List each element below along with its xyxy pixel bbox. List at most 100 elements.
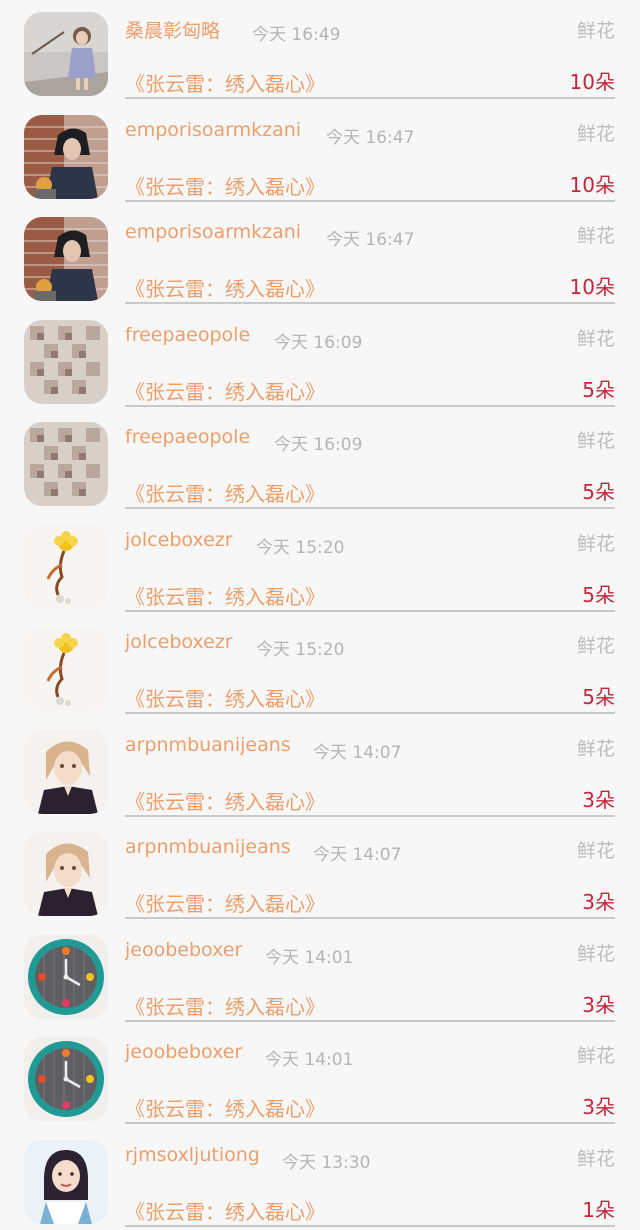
avatar-flower-drawing-icon (24, 627, 108, 711)
row-divider (125, 1020, 615, 1022)
row-divider (125, 712, 615, 714)
gift-amount: 5朵 (582, 374, 615, 403)
avatar-brick-portrait-icon (24, 217, 108, 301)
avatar[interactable] (24, 217, 108, 301)
work-title[interactable]: 《张云雷：绣入磊心》 (125, 273, 325, 302)
avatar[interactable] (24, 525, 108, 609)
work-title[interactable]: 《张云雷：绣入磊心》 (125, 171, 325, 200)
avatar-flower-drawing-icon (24, 525, 108, 609)
gift-type: 鲜花 (577, 324, 615, 351)
work-title[interactable]: 《张云雷：绣入磊心》 (125, 786, 325, 815)
gift-type: 鲜花 (577, 734, 615, 761)
avatar[interactable] (24, 1037, 108, 1121)
row-divider (125, 405, 615, 407)
sender-name[interactable]: freepaeopole (125, 426, 250, 448)
avatar-woman-portrait-icon (24, 1140, 108, 1224)
row-divider (125, 815, 615, 817)
avatar[interactable] (24, 320, 108, 404)
gift-amount: 10朵 (570, 271, 615, 300)
gift-type: 鲜花 (577, 426, 615, 453)
gift-amount: 3朵 (582, 1091, 615, 1120)
gift-time: 今天 16:09 (274, 328, 362, 353)
work-title[interactable]: 《张云雷：绣入磊心》 (125, 478, 325, 507)
gift-row[interactable]: emporisoarmkzani今天 16:47鲜花《张云雷：绣入磊心》10朵 (0, 103, 640, 206)
work-title[interactable]: 《张云雷：绣入磊心》 (125, 888, 325, 917)
sender-name[interactable]: jeoobeboxer (125, 1041, 242, 1063)
sender-name[interactable]: freepaeopole (125, 324, 250, 346)
sender-name[interactable]: arpnmbuanijeans (125, 836, 291, 858)
gift-time: 今天 16:09 (274, 430, 362, 455)
avatar[interactable] (24, 730, 108, 814)
gift-amount: 3朵 (582, 989, 615, 1018)
gift-row[interactable]: freepaeopole 今天 16:09 鲜花《张云雷：绣入磊心》 5朵 (0, 308, 640, 411)
avatar-girl-photo-icon (24, 12, 108, 96)
gift-amount: 3朵 (582, 784, 615, 813)
gift-type: 鲜花 (577, 631, 615, 658)
sender-name[interactable]: jolceboxezr (125, 529, 233, 551)
gift-type: 鲜花 (577, 529, 615, 556)
row-divider (125, 917, 615, 919)
avatar[interactable] (24, 115, 108, 199)
avatar[interactable] (24, 832, 108, 916)
gift-time: 今天 14:01 (265, 1045, 353, 1070)
row-divider (125, 302, 615, 304)
work-title[interactable]: 《张云雷：绣入磊心》 (125, 1093, 325, 1122)
gift-type: 鲜花 (577, 836, 615, 863)
row-divider (125, 200, 615, 202)
gift-row[interactable]: freepaeopole 今天 16:09 鲜花《张云雷：绣入磊心》 5朵 (0, 410, 640, 513)
avatar[interactable] (24, 12, 108, 96)
avatar-wall-clock-icon (24, 935, 108, 1019)
gift-row[interactable]: jeoobeboxer今天 14:01鲜花《张云雷：绣入磊心》3朵 (0, 1025, 640, 1128)
work-title[interactable]: 《张云雷：绣入磊心》 (125, 683, 325, 712)
gift-row[interactable]: jeoobeboxer今天 14:01鲜花《张云雷：绣入磊心》3朵 (0, 923, 640, 1026)
gift-amount: 5朵 (582, 579, 615, 608)
gift-type: 鲜花 (577, 1144, 615, 1171)
avatar[interactable] (24, 935, 108, 1019)
avatar-wall-clock-icon (24, 1037, 108, 1121)
work-title[interactable]: 《张云雷：绣入磊心》 (125, 376, 325, 405)
gift-type: 鲜花 (577, 119, 615, 146)
avatar[interactable] (24, 627, 108, 711)
gift-row[interactable]: emporisoarmkzani今天 16:47鲜花《张云雷：绣入磊心》10朵 (0, 205, 640, 308)
gift-time: 今天 14:07 (313, 738, 401, 763)
avatar-anime-portrait-icon (24, 832, 108, 916)
row-divider (125, 507, 615, 509)
gift-row[interactable]: rjmsoxljutiong 今天 13:30 鲜花《张云雷：绣入磊心》 1朵 (0, 1128, 640, 1230)
gift-amount: 5朵 (582, 681, 615, 710)
work-title[interactable]: 《张云雷：绣入磊心》 (125, 68, 325, 97)
gift-amount: 1朵 (582, 1194, 615, 1223)
gift-amount: 10朵 (570, 66, 615, 95)
work-title[interactable]: 《张云雷：绣入磊心》 (125, 581, 325, 610)
gift-type: 鲜花 (577, 16, 615, 43)
gift-time: 今天 14:07 (313, 840, 401, 865)
row-divider (125, 97, 615, 99)
sender-name[interactable]: arpnmbuanijeans (125, 734, 291, 756)
row-divider (125, 1122, 615, 1124)
sender-name[interactable]: emporisoarmkzani (125, 221, 301, 243)
work-title[interactable]: 《张云雷：绣入磊心》 (125, 991, 325, 1020)
work-title[interactable]: 《张云雷：绣入磊心》 (125, 1196, 325, 1225)
sender-name[interactable]: jolceboxezr (125, 631, 233, 653)
gift-amount: 5朵 (582, 476, 615, 505)
gift-type: 鲜花 (577, 221, 615, 248)
gift-time: 今天 16:47 (326, 123, 414, 148)
gift-row[interactable]: arpnmbuanijeans 今天 14:07 鲜花《张云雷：绣入磊心》 3朵 (0, 718, 640, 821)
gift-time: 今天 13:30 (282, 1148, 370, 1173)
row-divider (125, 610, 615, 612)
sender-name[interactable]: rjmsoxljutiong (125, 1144, 260, 1166)
gift-time: 今天 14:01 (265, 943, 353, 968)
avatar-cube-pattern-icon (24, 422, 108, 506)
gift-amount: 3朵 (582, 886, 615, 915)
sender-name[interactable]: emporisoarmkzani (125, 119, 301, 141)
avatar[interactable] (24, 1140, 108, 1224)
gift-row[interactable]: jolceboxezr今天 15:20鲜花《张云雷：绣入磊心》5朵 (0, 615, 640, 718)
gift-row[interactable]: jolceboxezr 今天 15:20 鲜花《张云雷：绣入磊心》 5朵 (0, 513, 640, 616)
sender-name[interactable]: 桑晨彰匈略 (125, 16, 220, 43)
gift-time: 今天 15:20 (256, 533, 344, 558)
gift-list: 桑晨彰匈略今天 16:49鲜花《张云雷：绣入磊心》10朵emporisoarmk… (0, 0, 640, 1230)
gift-row[interactable]: 桑晨彰匈略今天 16:49鲜花《张云雷：绣入磊心》10朵 (0, 0, 640, 103)
gift-row[interactable]: arpnmbuanijeans 今天 14:07 鲜花《张云雷：绣入磊心》 3朵 (0, 820, 640, 923)
avatar-brick-portrait-icon (24, 115, 108, 199)
sender-name[interactable]: jeoobeboxer (125, 939, 242, 961)
avatar[interactable] (24, 422, 108, 506)
